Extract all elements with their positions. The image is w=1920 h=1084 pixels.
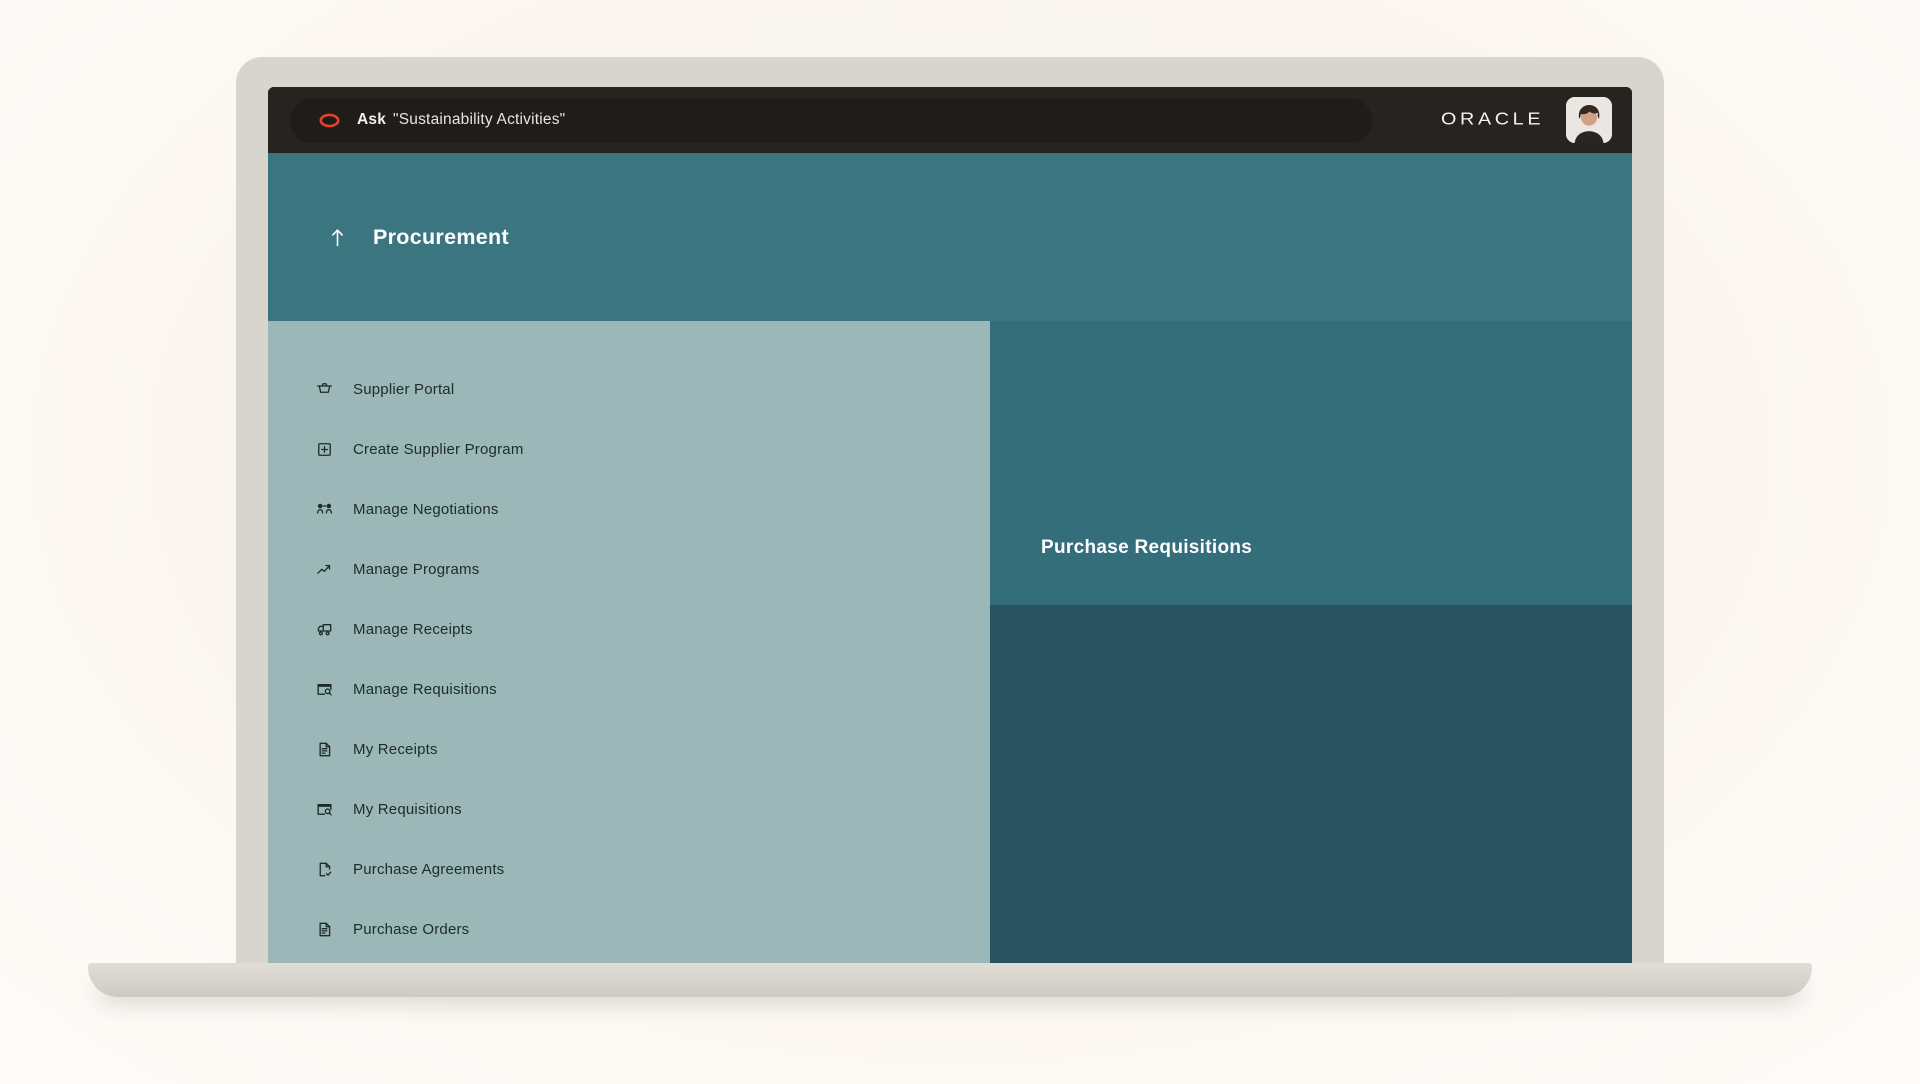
task-menu: Supplier Portal Create Supplier Program Ma…: [268, 321, 990, 963]
menu-item-my-requisitions[interactable]: My Requisitions: [268, 779, 990, 839]
cart-icon: [316, 381, 333, 398]
receipt-document-icon: [316, 741, 333, 758]
content-area: Supplier Portal Create Supplier Program Ma…: [268, 321, 1632, 963]
user-avatar[interactable]: [1566, 97, 1612, 143]
menu-item-my-receipts[interactable]: My Receipts: [268, 719, 990, 779]
menu-item-label: Supplier Portal: [353, 381, 454, 398]
window-search-icon: [316, 801, 333, 818]
search-query-text: "Sustainability Activities": [393, 111, 565, 129]
menu-item-label: Manage Requisitions: [353, 681, 497, 698]
add-square-icon: [316, 441, 333, 458]
menu-item-create-supplier-program[interactable]: Create Supplier Program: [268, 419, 990, 479]
page-background: Ask "Sustainability Activities" ORACLE: [0, 0, 1920, 1084]
tile-label: Purchase Requisitions: [1041, 537, 1252, 559]
screen: Ask "Sustainability Activities" ORACLE: [268, 87, 1632, 963]
menu-item-label: Manage Receipts: [353, 621, 473, 638]
navigate-up-icon[interactable]: [330, 228, 345, 247]
menu-item-supplier-portal[interactable]: Supplier Portal: [268, 359, 990, 419]
menu-item-label: Purchase Agreements: [353, 861, 504, 878]
top-bar: Ask "Sustainability Activities" ORACLE: [268, 87, 1632, 153]
oracle-logo: ORACLE: [1441, 110, 1544, 131]
laptop-mockup: Ask "Sustainability Activities" ORACLE: [236, 57, 1664, 963]
laptop-base: [88, 963, 1812, 997]
menu-item-manage-programs[interactable]: Manage Programs: [268, 539, 990, 599]
menu-item-manage-requisitions[interactable]: Manage Requisitions: [268, 659, 990, 719]
menu-item-manage-negotiations[interactable]: Manage Negotiations: [268, 479, 990, 539]
menu-item-purchase-orders[interactable]: Purchase Orders: [268, 899, 990, 959]
menu-item-label: Manage Programs: [353, 561, 479, 578]
menu-item-label: Manage Negotiations: [353, 501, 499, 518]
window-search-icon: [316, 681, 333, 698]
ask-label: Ask: [357, 111, 386, 129]
receipt-document-icon: [316, 921, 333, 938]
oracle-mark-icon: [318, 113, 341, 128]
people-icon: [316, 501, 333, 518]
trend-up-icon: [316, 561, 333, 578]
user-portrait-image: [1566, 97, 1612, 143]
truck-icon: [316, 621, 333, 638]
menu-item-label: My Requisitions: [353, 801, 462, 818]
menu-item-label: My Receipts: [353, 741, 438, 758]
menu-item-purchase-agreements[interactable]: Purchase Agreements: [268, 839, 990, 899]
ask-search-bar[interactable]: Ask "Sustainability Activities": [290, 98, 1372, 143]
document-check-icon: [316, 861, 333, 878]
right-column: Purchase Requisitions: [990, 321, 1632, 963]
page-title: Procurement: [373, 225, 509, 250]
secondary-panel: [990, 605, 1632, 963]
purchase-requisitions-tile[interactable]: Purchase Requisitions: [990, 321, 1632, 605]
menu-item-label: Purchase Orders: [353, 921, 469, 938]
hero-header: Procurement: [268, 153, 1632, 321]
menu-item-label: Create Supplier Program: [353, 441, 524, 458]
menu-item-manage-receipts[interactable]: Manage Receipts: [268, 599, 990, 659]
